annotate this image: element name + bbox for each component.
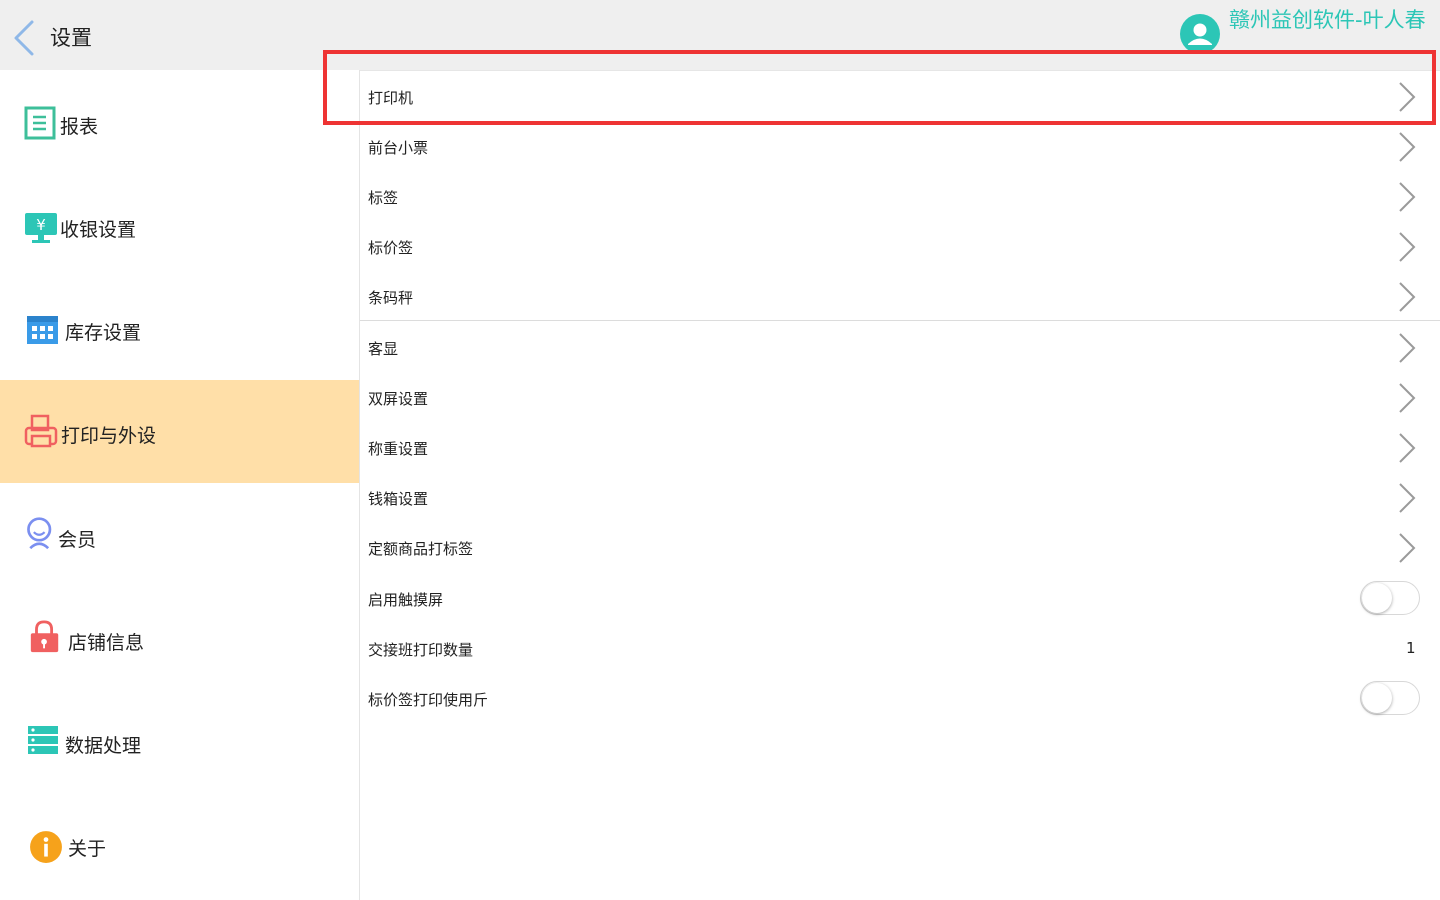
settings-row-dual-screen[interactable]: 双屏设置 <box>360 372 1440 422</box>
info-icon <box>30 831 62 863</box>
settings-row-cash-drawer[interactable]: 钱箱设置 <box>360 472 1440 522</box>
settings-row-barcode-scale[interactable]: 条码秤 <box>360 271 1440 321</box>
report-icon <box>24 106 56 140</box>
settings-row-shift-print-count[interactable]: 交接班打印数量 1 <box>360 623 1440 673</box>
settings-list: 打印机 前台小票 标签 标价签 条码秤 客显 双屏设置 称重设置 钱箱设置 定额… <box>360 70 1440 900</box>
sidebar-item-store-info[interactable]: 店铺信息 <box>0 586 359 689</box>
back-button[interactable] <box>10 18 40 58</box>
svg-text:¥: ¥ <box>36 216 46 234</box>
sidebar-item-label: 数据处理 <box>65 735 142 757</box>
settings-row-price-tag[interactable]: 标价签 <box>360 221 1440 271</box>
chevron-right-icon <box>1399 282 1416 312</box>
cashier-icon: ¥ <box>25 213 57 243</box>
chevron-right-icon <box>1399 132 1416 162</box>
store-lock-icon <box>30 620 59 653</box>
price-tag-jin-toggle[interactable] <box>1360 681 1420 715</box>
printer-icon <box>24 414 58 448</box>
sidebar-item-member[interactable]: 会员 <box>0 483 359 586</box>
row-label: 钱箱设置 <box>368 490 429 508</box>
user-avatar-icon[interactable] <box>1180 14 1220 54</box>
sidebar-item-report[interactable]: 报表 <box>0 70 359 173</box>
sidebar-item-print-peripherals[interactable]: 打印与外设 <box>0 380 359 483</box>
chevron-right-icon <box>1399 333 1416 363</box>
member-icon <box>27 517 52 550</box>
touchscreen-toggle[interactable] <box>1360 581 1420 615</box>
row-label: 交接班打印数量 <box>368 641 474 659</box>
settings-row-touchscreen: 启用触摸屏 <box>360 573 1440 623</box>
settings-row-customer-display[interactable]: 客显 <box>360 322 1440 372</box>
row-label: 条码秤 <box>368 289 414 307</box>
chevron-right-icon <box>1399 483 1416 513</box>
chevron-right-icon <box>1399 82 1416 112</box>
chevron-right-icon <box>1399 182 1416 212</box>
toggle-knob <box>1362 683 1392 713</box>
chevron-right-icon <box>1399 383 1416 413</box>
settings-row-fixed-product-label[interactable]: 定额商品打标签 <box>360 522 1440 572</box>
chevron-right-icon <box>1399 232 1416 262</box>
row-label: 称重设置 <box>368 440 429 458</box>
sidebar-item-cashier[interactable]: ¥ 收银设置 <box>0 173 359 276</box>
sidebar-item-data[interactable]: 数据处理 <box>0 689 359 792</box>
sidebar-item-about[interactable]: 关于 <box>0 792 359 895</box>
toggle-knob <box>1362 583 1392 613</box>
row-label: 客显 <box>368 340 399 358</box>
settings-row-weighing[interactable]: 称重设置 <box>360 422 1440 472</box>
settings-row-label[interactable]: 标签 <box>360 171 1440 221</box>
settings-row-front-receipt[interactable]: 前台小票 <box>360 121 1440 171</box>
sidebar-item-label: 报表 <box>60 116 99 138</box>
row-label: 标价签打印使用斤 <box>368 691 489 709</box>
sidebar-item-label: 会员 <box>58 529 97 551</box>
back-chevron-icon <box>14 20 34 56</box>
sidebar-item-label: 关于 <box>68 838 107 860</box>
user-name[interactable]: 赣州益创软件-叶人春 <box>1229 6 1434 35</box>
page-title: 设置 <box>50 26 92 50</box>
sidebar-item-inventory[interactable]: 库存设置 <box>0 276 359 379</box>
shift-print-count-value[interactable]: 1 <box>1406 639 1416 657</box>
row-label: 前台小票 <box>368 139 429 157</box>
data-icon <box>28 726 58 754</box>
inventory-icon <box>27 316 58 344</box>
row-label: 标价签 <box>368 239 414 257</box>
row-label: 打印机 <box>368 89 414 107</box>
settings-row-price-tag-jin: 标价签打印使用斤 <box>360 673 1440 723</box>
sidebar: 报表 ¥ 收银设置 库存设置 打印与外设 会员 店铺信息 数据处理 关于 <box>0 70 360 900</box>
chevron-right-icon <box>1399 533 1416 563</box>
chevron-right-icon <box>1399 433 1416 463</box>
row-label: 标签 <box>368 189 399 207</box>
sidebar-item-label: 店铺信息 <box>68 632 145 654</box>
settings-row-printer[interactable]: 打印机 <box>360 71 1440 121</box>
row-label: 启用触摸屏 <box>368 591 444 609</box>
row-label: 双屏设置 <box>368 390 429 408</box>
section-divider <box>360 320 1440 321</box>
row-label: 定额商品打标签 <box>368 540 474 558</box>
sidebar-item-label: 库存设置 <box>65 322 142 344</box>
sidebar-item-label: 打印与外设 <box>61 425 157 447</box>
sidebar-item-label: 收银设置 <box>60 219 137 241</box>
header-bar: 设置 赣州益创软件-叶人春 <box>0 0 1440 70</box>
